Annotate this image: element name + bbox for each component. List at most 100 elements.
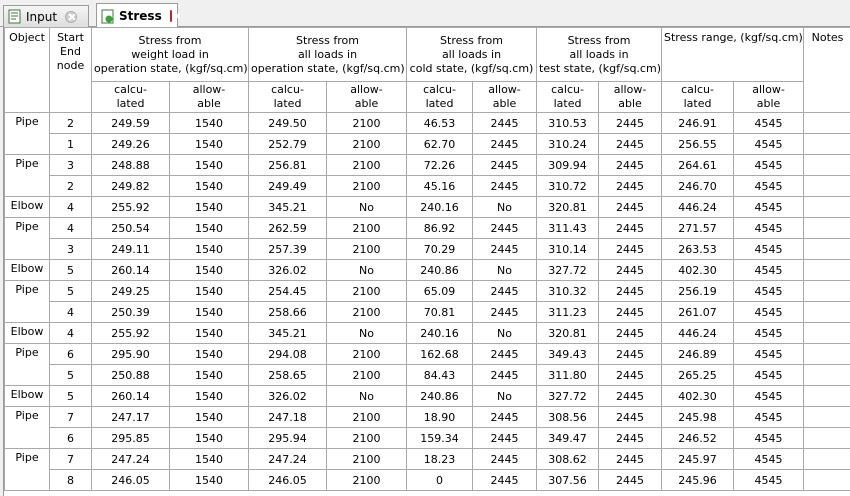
value-cell[interactable]: 1540	[169, 427, 249, 449]
value-cell[interactable]: No	[326, 322, 407, 344]
value-cell[interactable]: 2445	[471, 469, 538, 491]
value-cell[interactable]: 2445	[471, 301, 538, 323]
value-cell[interactable]: 2445	[598, 301, 663, 323]
node-cell[interactable]: 6	[49, 343, 92, 365]
header-stress-range-calculated[interactable]: calcu-lated	[661, 81, 735, 113]
value-cell[interactable]: 70.29	[406, 238, 473, 260]
value-cell[interactable]: 256.81	[248, 154, 327, 176]
value-cell[interactable]: 249.50	[248, 112, 327, 134]
value-cell[interactable]: 250.88	[91, 364, 170, 386]
object-cell[interactable]: Elbow	[4, 259, 50, 281]
value-cell[interactable]: 246.89	[661, 343, 735, 365]
value-cell[interactable]: 2445	[598, 343, 663, 365]
value-cell[interactable]: 252.79	[248, 133, 327, 155]
value-cell[interactable]: 326.02	[248, 385, 327, 407]
value-cell[interactable]: 1540	[169, 301, 249, 323]
value-cell[interactable]: 446.24	[661, 196, 735, 218]
value-cell[interactable]: 2445	[598, 196, 663, 218]
header-stress-range[interactable]: Stress range, (kgf/sq.cm)	[661, 27, 805, 82]
header-all-cold[interactable]: Stress from all loads in cold state, (kg…	[405, 27, 538, 82]
value-cell[interactable]: 245.97	[661, 448, 735, 470]
value-cell[interactable]: 1540	[169, 343, 249, 365]
value-cell[interactable]: 320.81	[536, 322, 600, 344]
value-cell[interactable]: 2445	[471, 238, 538, 260]
value-cell[interactable]: 1540	[169, 238, 249, 260]
value-cell[interactable]: 264.61	[661, 154, 735, 176]
value-cell[interactable]: 345.21	[248, 322, 327, 344]
value-cell[interactable]: 4545	[733, 469, 805, 491]
value-cell[interactable]: 4545	[733, 112, 805, 134]
value-cell[interactable]: 240.86	[406, 385, 473, 407]
value-cell[interactable]: 249.82	[91, 175, 170, 197]
notes-cell[interactable]	[803, 427, 850, 449]
node-cell[interactable]: 4	[49, 217, 92, 239]
value-cell[interactable]: 249.11	[91, 238, 170, 260]
value-cell[interactable]: 2445	[471, 427, 538, 449]
value-cell[interactable]: 263.53	[661, 238, 735, 260]
value-cell[interactable]: 1540	[169, 448, 249, 470]
header-stress-range-allowable[interactable]: allow-able	[733, 81, 805, 113]
value-cell[interactable]: 307.56	[536, 469, 600, 491]
value-cell[interactable]: 308.56	[536, 406, 600, 428]
header-all-operation-allowable[interactable]: allow-able	[326, 81, 407, 113]
value-cell[interactable]: 1540	[169, 469, 249, 491]
value-cell[interactable]: 2445	[598, 238, 663, 260]
notes-cell[interactable]	[803, 175, 850, 197]
value-cell[interactable]: 2445	[598, 175, 663, 197]
value-cell[interactable]: 255.92	[91, 322, 170, 344]
value-cell[interactable]: 2100	[326, 448, 407, 470]
notes-cell[interactable]	[803, 280, 850, 302]
close-icon[interactable]	[65, 10, 78, 23]
value-cell[interactable]: 262.59	[248, 217, 327, 239]
node-cell[interactable]: 5	[49, 280, 92, 302]
node-cell[interactable]: 6	[49, 427, 92, 449]
tab-stress[interactable]: Stress	[96, 3, 178, 28]
tab-input[interactable]: Input	[3, 5, 89, 27]
value-cell[interactable]: 260.14	[91, 259, 170, 281]
value-cell[interactable]: 4545	[733, 364, 805, 386]
notes-cell[interactable]	[803, 343, 850, 365]
object-cell[interactable]: Elbow	[4, 385, 50, 407]
value-cell[interactable]: 2445	[471, 217, 538, 239]
value-cell[interactable]: No	[471, 196, 538, 218]
value-cell[interactable]: 247.24	[248, 448, 327, 470]
value-cell[interactable]: 345.21	[248, 196, 327, 218]
value-cell[interactable]: 240.16	[406, 196, 473, 218]
object-cell[interactable]: Pipe	[4, 217, 50, 260]
node-cell[interactable]: 7	[49, 406, 92, 428]
header-weight-operation-calculated[interactable]: calcu-lated	[91, 81, 170, 113]
value-cell[interactable]: 2100	[326, 427, 407, 449]
value-cell[interactable]: 1540	[169, 406, 249, 428]
header-weight-operation-allowable[interactable]: allow-able	[169, 81, 249, 113]
object-cell[interactable]: Elbow	[4, 322, 50, 344]
value-cell[interactable]: No	[326, 196, 407, 218]
value-cell[interactable]: 254.45	[248, 280, 327, 302]
value-cell[interactable]: 308.62	[536, 448, 600, 470]
value-cell[interactable]: 2445	[471, 112, 538, 134]
notes-cell[interactable]	[803, 448, 850, 470]
value-cell[interactable]: 246.52	[661, 427, 735, 449]
value-cell[interactable]: No	[471, 259, 538, 281]
value-cell[interactable]: 2445	[598, 469, 663, 491]
value-cell[interactable]: 62.70	[406, 133, 473, 155]
value-cell[interactable]: 240.86	[406, 259, 473, 281]
value-cell[interactable]: 4545	[733, 322, 805, 344]
node-cell[interactable]: 4	[49, 196, 92, 218]
node-cell[interactable]: 3	[49, 154, 92, 176]
header-all-operation-calculated[interactable]: calcu-lated	[248, 81, 327, 113]
value-cell[interactable]: 327.72	[536, 259, 600, 281]
value-cell[interactable]: 0	[406, 469, 473, 491]
header-all-operation[interactable]: Stress from all loads in operation state…	[248, 27, 407, 82]
value-cell[interactable]: 247.24	[91, 448, 170, 470]
node-cell[interactable]: 1	[49, 133, 92, 155]
header-all-test-allowable[interactable]: allow-able	[598, 81, 663, 113]
value-cell[interactable]: 1540	[169, 322, 249, 344]
node-cell[interactable]: 5	[49, 259, 92, 281]
value-cell[interactable]: 295.85	[91, 427, 170, 449]
value-cell[interactable]: 2445	[471, 448, 538, 470]
value-cell[interactable]: 261.07	[661, 301, 735, 323]
value-cell[interactable]: 311.43	[536, 217, 600, 239]
value-cell[interactable]: 2100	[326, 175, 407, 197]
value-cell[interactable]: 2445	[598, 133, 663, 155]
value-cell[interactable]: 255.92	[91, 196, 170, 218]
